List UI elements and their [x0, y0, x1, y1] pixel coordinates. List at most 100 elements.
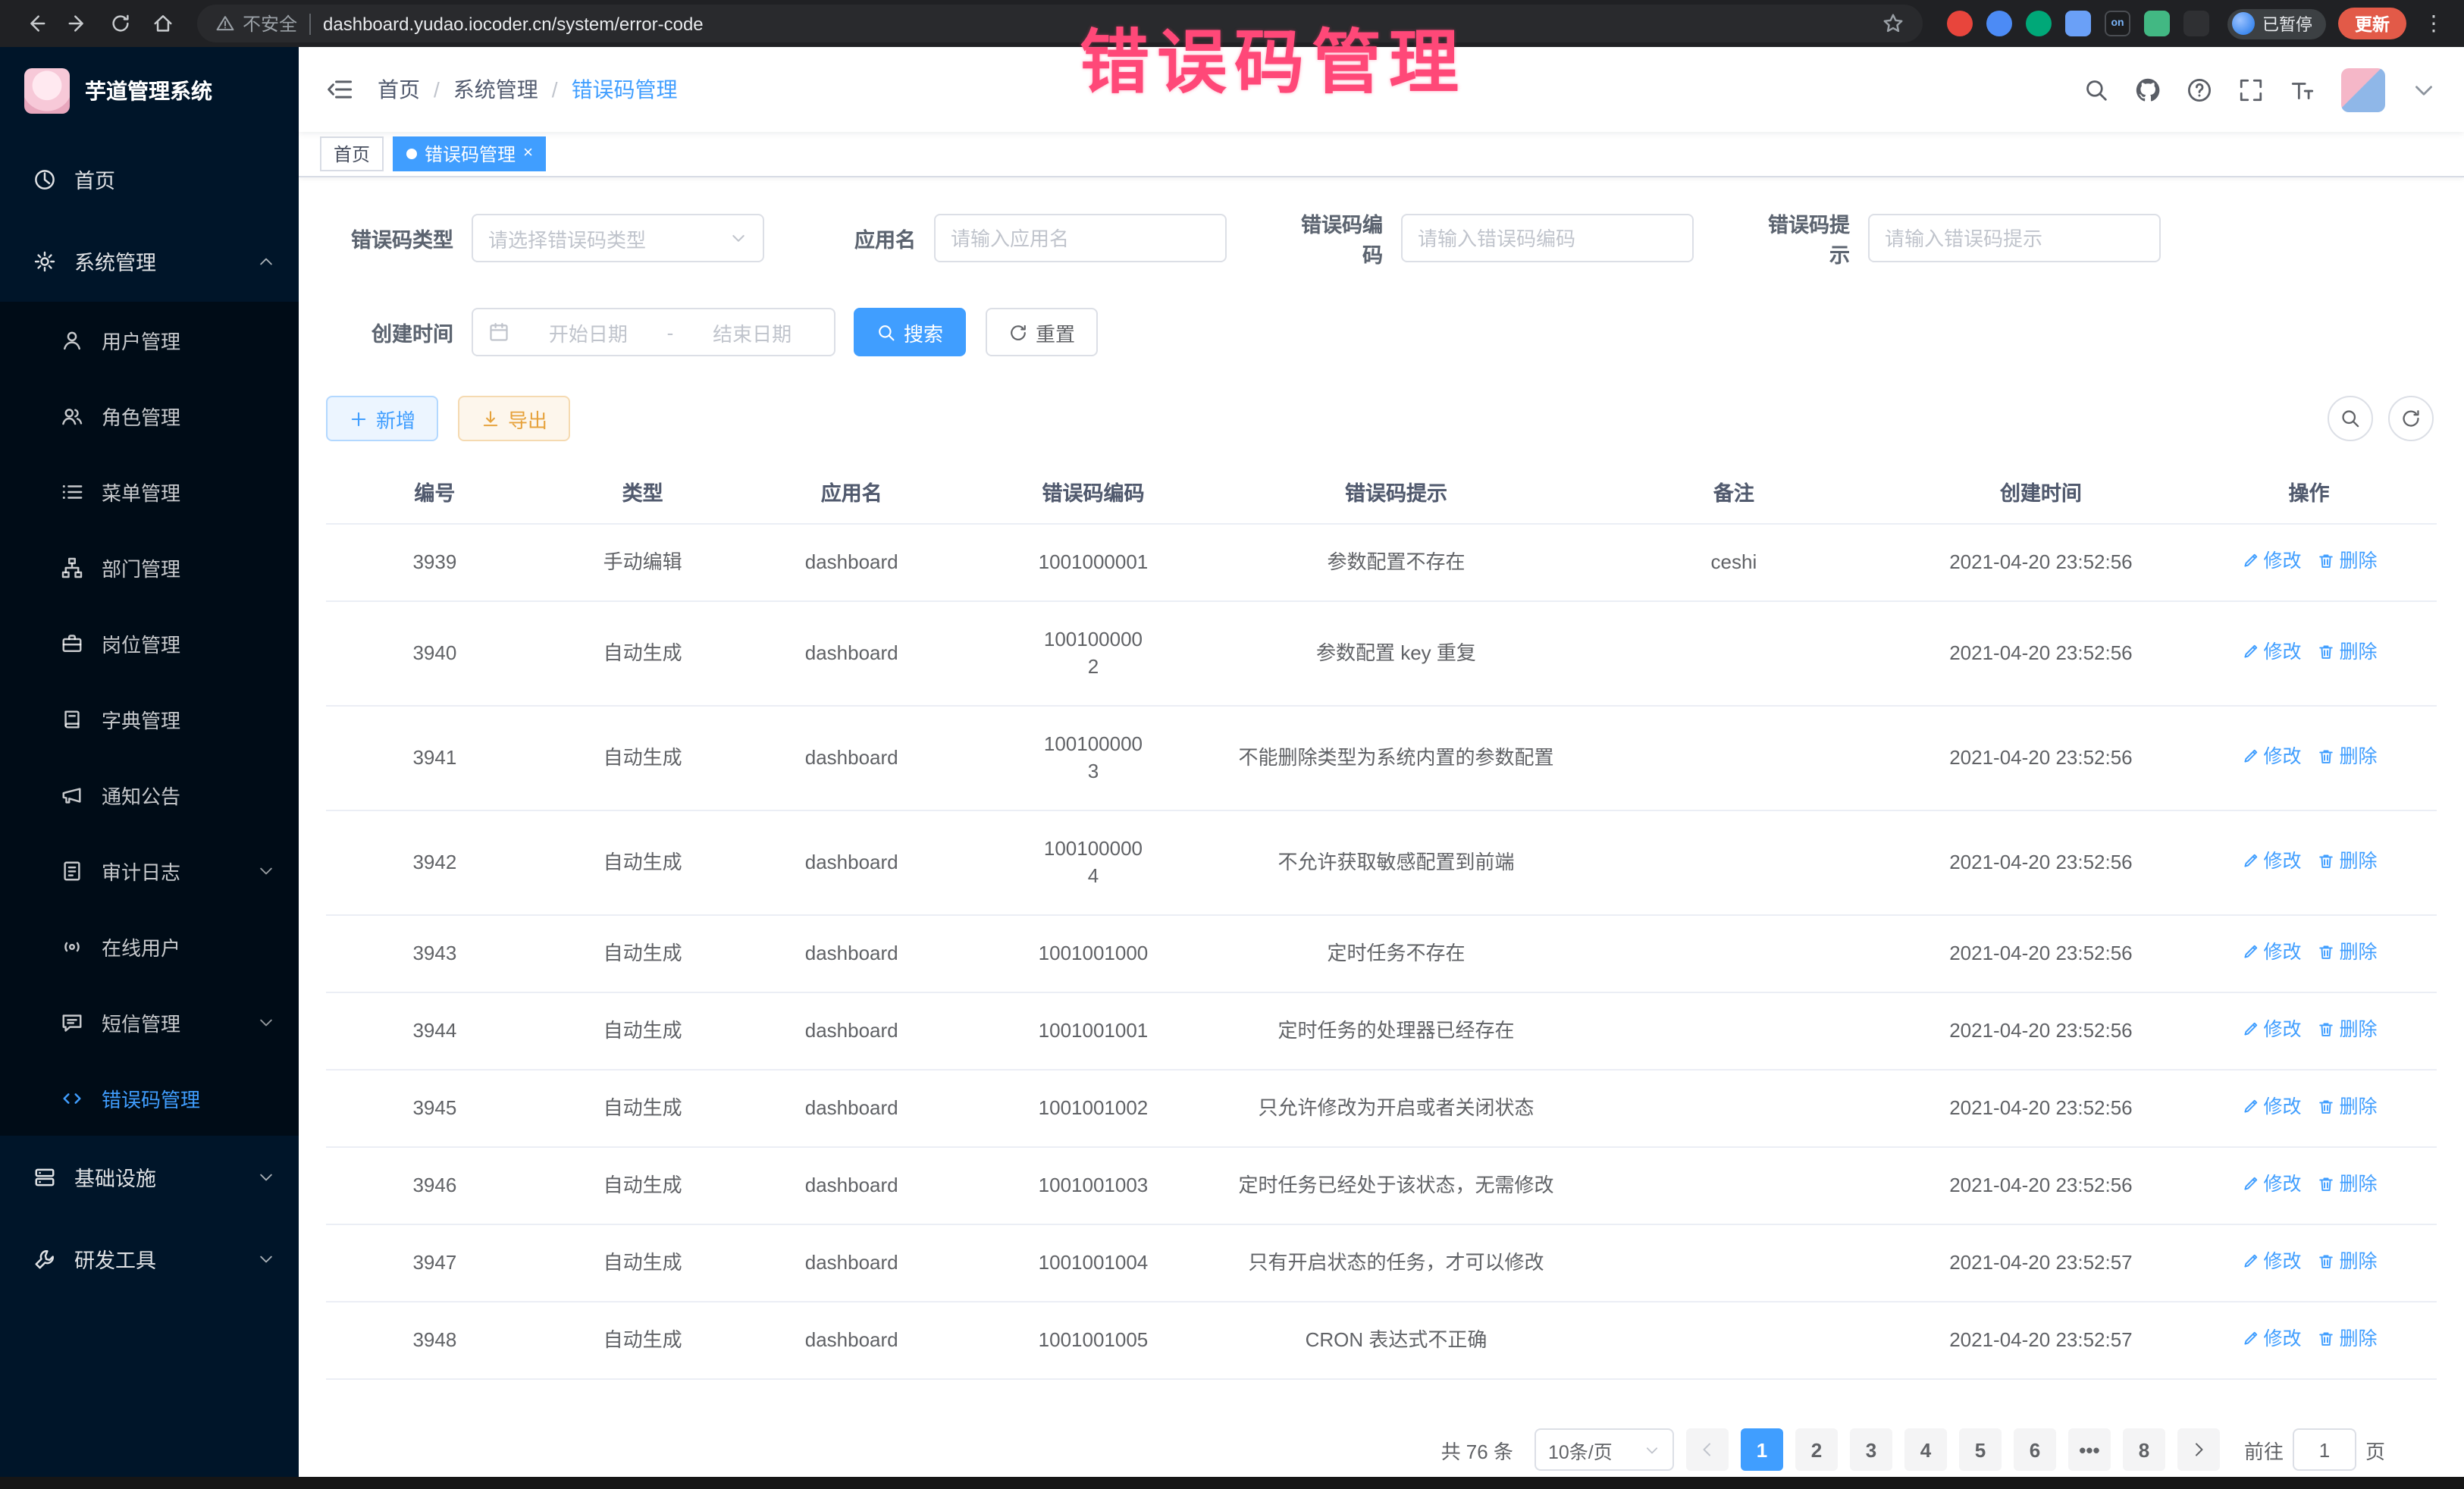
delete-button[interactable]: 删除 [2317, 743, 2378, 770]
close-icon[interactable]: × [523, 146, 533, 162]
sidebar-item-online-users[interactable]: 在线用户 [0, 908, 299, 984]
sidebar-item-notice[interactable]: 通知公告 [0, 757, 299, 832]
font-size-icon[interactable] [2290, 77, 2315, 102]
security-indicator[interactable]: 不安全 [215, 11, 297, 36]
page-size-select[interactable]: 10条/页 [1535, 1428, 1674, 1471]
tab-error-code[interactable]: 错误码管理× [393, 136, 547, 171]
sidebar-item-dept[interactable]: 部门管理 [0, 529, 299, 605]
browser-back-button[interactable] [15, 4, 55, 43]
page-button-5[interactable]: 5 [1959, 1428, 2002, 1471]
profile-emoji-icon [2232, 12, 2255, 35]
fullscreen-icon[interactable] [2238, 77, 2264, 102]
search-icon[interactable] [2083, 77, 2109, 102]
export-button[interactable]: 导出 [458, 396, 570, 441]
edit-button[interactable]: 修改 [2241, 848, 2302, 875]
error-type-select[interactable]: 请选择错误码类型 [472, 214, 764, 262]
avatar[interactable] [2341, 67, 2385, 111]
edit-button[interactable]: 修改 [2241, 1171, 2302, 1198]
pager-more[interactable]: ••• [2068, 1428, 2111, 1471]
breadcrumb-item[interactable]: 系统管理 [453, 74, 538, 105]
sidebar-item-role[interactable]: 角色管理 [0, 378, 299, 453]
sidebar-item-dict[interactable]: 字典管理 [0, 681, 299, 757]
goto-page-input[interactable] [2293, 1428, 2356, 1471]
page-button-3[interactable]: 3 [1850, 1428, 1892, 1471]
dictionary-icon [61, 707, 83, 730]
edit-button[interactable]: 修改 [2241, 1093, 2302, 1121]
cell-remark [1567, 1147, 1901, 1224]
extension-icon-leaf[interactable] [2144, 11, 2170, 36]
app-logo-row[interactable]: 芋道管理系统 [0, 47, 299, 135]
delete-button[interactable]: 删除 [2317, 848, 2378, 875]
reset-button[interactable]: 重置 [986, 308, 1098, 356]
tab-home[interactable]: 首页 [320, 136, 384, 171]
extension-icon-grid[interactable] [2065, 11, 2091, 36]
page-button-4[interactable]: 4 [1904, 1428, 1947, 1471]
bookmark-star-icon[interactable] [1882, 12, 1904, 35]
sidebar-item-user[interactable]: 用户管理 [0, 302, 299, 378]
sidebar-item-error-code[interactable]: 错误码管理 [0, 1060, 299, 1136]
calendar-icon [488, 321, 509, 343]
delete-button[interactable]: 删除 [2317, 547, 2378, 575]
page-button-6[interactable]: 6 [2014, 1428, 2056, 1471]
page-button-8[interactable]: 8 [2123, 1428, 2165, 1471]
page-button-1[interactable]: 1 [1741, 1428, 1783, 1471]
sidebar-item-menu[interactable]: 菜单管理 [0, 453, 299, 529]
browser-menu-button[interactable]: ⋮ [2419, 11, 2449, 36]
prev-page-button[interactable] [1686, 1428, 1729, 1471]
edit-button[interactable]: 修改 [2241, 1325, 2302, 1353]
sidebar-item-dev-tools[interactable]: 研发工具 [0, 1218, 299, 1299]
delete-button[interactable]: 删除 [2317, 1248, 2378, 1275]
sidebar-toggle-button[interactable] [299, 47, 378, 132]
edit-button-label: 修改 [2264, 1248, 2302, 1275]
extension-icon-switch[interactable]: on [2105, 11, 2130, 36]
chevron-down-icon[interactable] [2411, 77, 2437, 102]
next-page-button[interactable] [2177, 1428, 2220, 1471]
cell-remark [1567, 1224, 1901, 1302]
extension-icon-red[interactable] [1947, 11, 1973, 36]
edit-button[interactable]: 修改 [2241, 1016, 2302, 1043]
edit-button[interactable]: 修改 [2241, 1248, 2302, 1275]
delete-button[interactable]: 删除 [2317, 1016, 2378, 1043]
search-button[interactable]: 搜索 [854, 308, 966, 356]
breadcrumb-item[interactable]: 首页 [378, 74, 420, 105]
delete-button[interactable]: 删除 [2317, 1171, 2378, 1198]
delete-button[interactable]: 删除 [2317, 1093, 2378, 1121]
error-code-input[interactable] [1401, 214, 1694, 262]
edit-button[interactable]: 修改 [2241, 547, 2302, 575]
edit-button[interactable]: 修改 [2241, 638, 2302, 666]
address-bar[interactable]: 不安全 dashboard.yudao.iocoder.cn/system/er… [197, 5, 1923, 42]
browser-update-button[interactable]: 更新 [2338, 8, 2406, 39]
sidebar-item-home[interactable]: 首页 [0, 138, 299, 220]
delete-button[interactable]: 删除 [2317, 1325, 2378, 1353]
profile-paused-chip[interactable]: 已暂停 [2227, 8, 2326, 39]
refresh-table-button[interactable] [2388, 396, 2434, 441]
browser-forward-button[interactable] [58, 4, 97, 43]
sidebar-item-sms[interactable]: 短信管理 [0, 984, 299, 1060]
browser-home-button[interactable] [143, 4, 182, 43]
sidebar-item-audit-log[interactable]: 审计日志 [0, 832, 299, 908]
extension-icon-blue[interactable] [1986, 11, 2012, 36]
toolbar-right [2328, 396, 2434, 441]
delete-button[interactable]: 删除 [2317, 939, 2378, 966]
page-button-2[interactable]: 2 [1795, 1428, 1838, 1471]
delete-button-label: 删除 [2340, 939, 2378, 966]
edit-button[interactable]: 修改 [2241, 743, 2302, 770]
delete-button[interactable]: 删除 [2317, 638, 2378, 666]
extension-icon-green[interactable] [2026, 11, 2052, 36]
date-range-picker[interactable]: 开始日期 - 结束日期 [472, 308, 835, 356]
sidebar-item-post[interactable]: 岗位管理 [0, 605, 299, 681]
browser-reload-button[interactable] [100, 4, 140, 43]
sidebar-item-system[interactable]: 系统管理 [0, 220, 299, 302]
github-icon[interactable] [2135, 77, 2161, 102]
extension-icon-monkey[interactable] [2183, 11, 2209, 36]
sidebar-item-label: 审计日志 [102, 856, 180, 885]
sidebar-item-infrastructure[interactable]: 基础设施 [0, 1136, 299, 1218]
help-icon[interactable] [2187, 77, 2212, 102]
cell-time: 2021-04-20 23:52:56 [1901, 810, 2181, 915]
edit-button[interactable]: 修改 [2241, 939, 2302, 966]
cell-type: 自动生成 [544, 1302, 742, 1379]
show-search-button[interactable] [2328, 396, 2373, 441]
app-name-input[interactable] [934, 214, 1227, 262]
error-message-input[interactable] [1868, 214, 2161, 262]
add-button[interactable]: 新增 [326, 396, 438, 441]
